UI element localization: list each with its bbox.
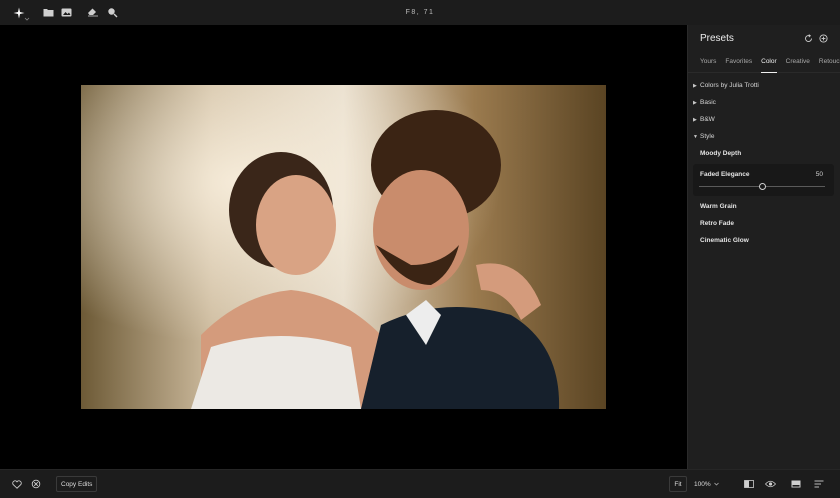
heart-icon[interactable] bbox=[10, 477, 24, 491]
search-icon[interactable] bbox=[104, 4, 120, 20]
caret-down-icon: ▼ bbox=[693, 133, 698, 140]
group-style[interactable]: ▼ Style bbox=[688, 128, 840, 145]
tab-favorites[interactable]: Favorites bbox=[725, 51, 752, 73]
window-title: F8, 71 bbox=[405, 9, 435, 16]
preset-tabs: Yours Favorites Color Creative Retouch bbox=[688, 51, 840, 73]
caret-right-icon: ▶ bbox=[693, 116, 697, 123]
caret-right-icon: ▶ bbox=[693, 99, 697, 106]
chevron-down-icon[interactable] bbox=[24, 9, 30, 21]
group-label: Colors by Julia Trotti bbox=[700, 82, 759, 89]
image-icon[interactable] bbox=[58, 4, 74, 20]
eraser-icon[interactable] bbox=[85, 4, 101, 20]
compare-view-icon[interactable] bbox=[742, 477, 756, 491]
photo-preview[interactable] bbox=[81, 85, 606, 409]
preset-warm-grain[interactable]: Warm Grain bbox=[688, 198, 840, 215]
amount-slider-handle[interactable] bbox=[758, 183, 766, 190]
reject-icon[interactable] bbox=[29, 477, 43, 491]
reset-icon[interactable] bbox=[803, 33, 814, 44]
chevron-down-icon bbox=[713, 481, 719, 488]
preset-faded-elegance[interactable]: Faded Elegance 50 bbox=[693, 164, 834, 196]
preset-cinematic-glow[interactable]: Cinematic Glow bbox=[688, 232, 840, 249]
tab-creative[interactable]: Creative bbox=[786, 51, 810, 73]
bottom-toolbar: Copy Edits Fit 100% bbox=[0, 469, 840, 498]
preset-moody-depth[interactable]: Moody Depth bbox=[688, 145, 840, 162]
fit-button[interactable]: Fit bbox=[669, 476, 687, 492]
group-bw[interactable]: ▶ B&W bbox=[688, 111, 840, 128]
presets-panel: Presets Yours Favorites Color Creative R… bbox=[687, 25, 840, 469]
filmstrip-icon[interactable] bbox=[789, 477, 803, 491]
group-basic[interactable]: ▶ Basic bbox=[688, 94, 840, 111]
photo-image bbox=[81, 85, 606, 409]
tab-retouch[interactable]: Retouch bbox=[819, 51, 840, 73]
add-preset-icon[interactable] bbox=[818, 33, 829, 44]
caret-right-icon: ▶ bbox=[693, 82, 697, 89]
adjustments-menu-icon[interactable] bbox=[812, 477, 826, 491]
folder-icon[interactable] bbox=[40, 4, 56, 20]
eye-icon[interactable] bbox=[763, 477, 777, 491]
group-colors-by-julia-trotti[interactable]: ▶ Colors by Julia Trotti bbox=[688, 77, 840, 94]
group-label: Style bbox=[700, 133, 715, 140]
tab-color[interactable]: Color bbox=[761, 51, 777, 73]
preset-label: Faded Elegance bbox=[700, 171, 750, 178]
panel-header: Presets bbox=[688, 25, 840, 51]
group-label: Basic bbox=[700, 99, 716, 106]
group-label: B&W bbox=[700, 116, 715, 123]
zoom-value: 100% bbox=[694, 480, 711, 488]
top-toolbar: F8, 71 bbox=[0, 0, 840, 25]
zoom-select[interactable]: 100% bbox=[694, 476, 719, 492]
image-canvas[interactable] bbox=[0, 25, 687, 469]
tab-yours[interactable]: Yours bbox=[700, 51, 716, 73]
preset-amount-value: 50 bbox=[815, 171, 823, 178]
panel-title: Presets bbox=[700, 32, 734, 44]
copy-edits-button[interactable]: Copy Edits bbox=[56, 476, 98, 492]
preset-retro-fade[interactable]: Retro Fade bbox=[688, 215, 840, 232]
